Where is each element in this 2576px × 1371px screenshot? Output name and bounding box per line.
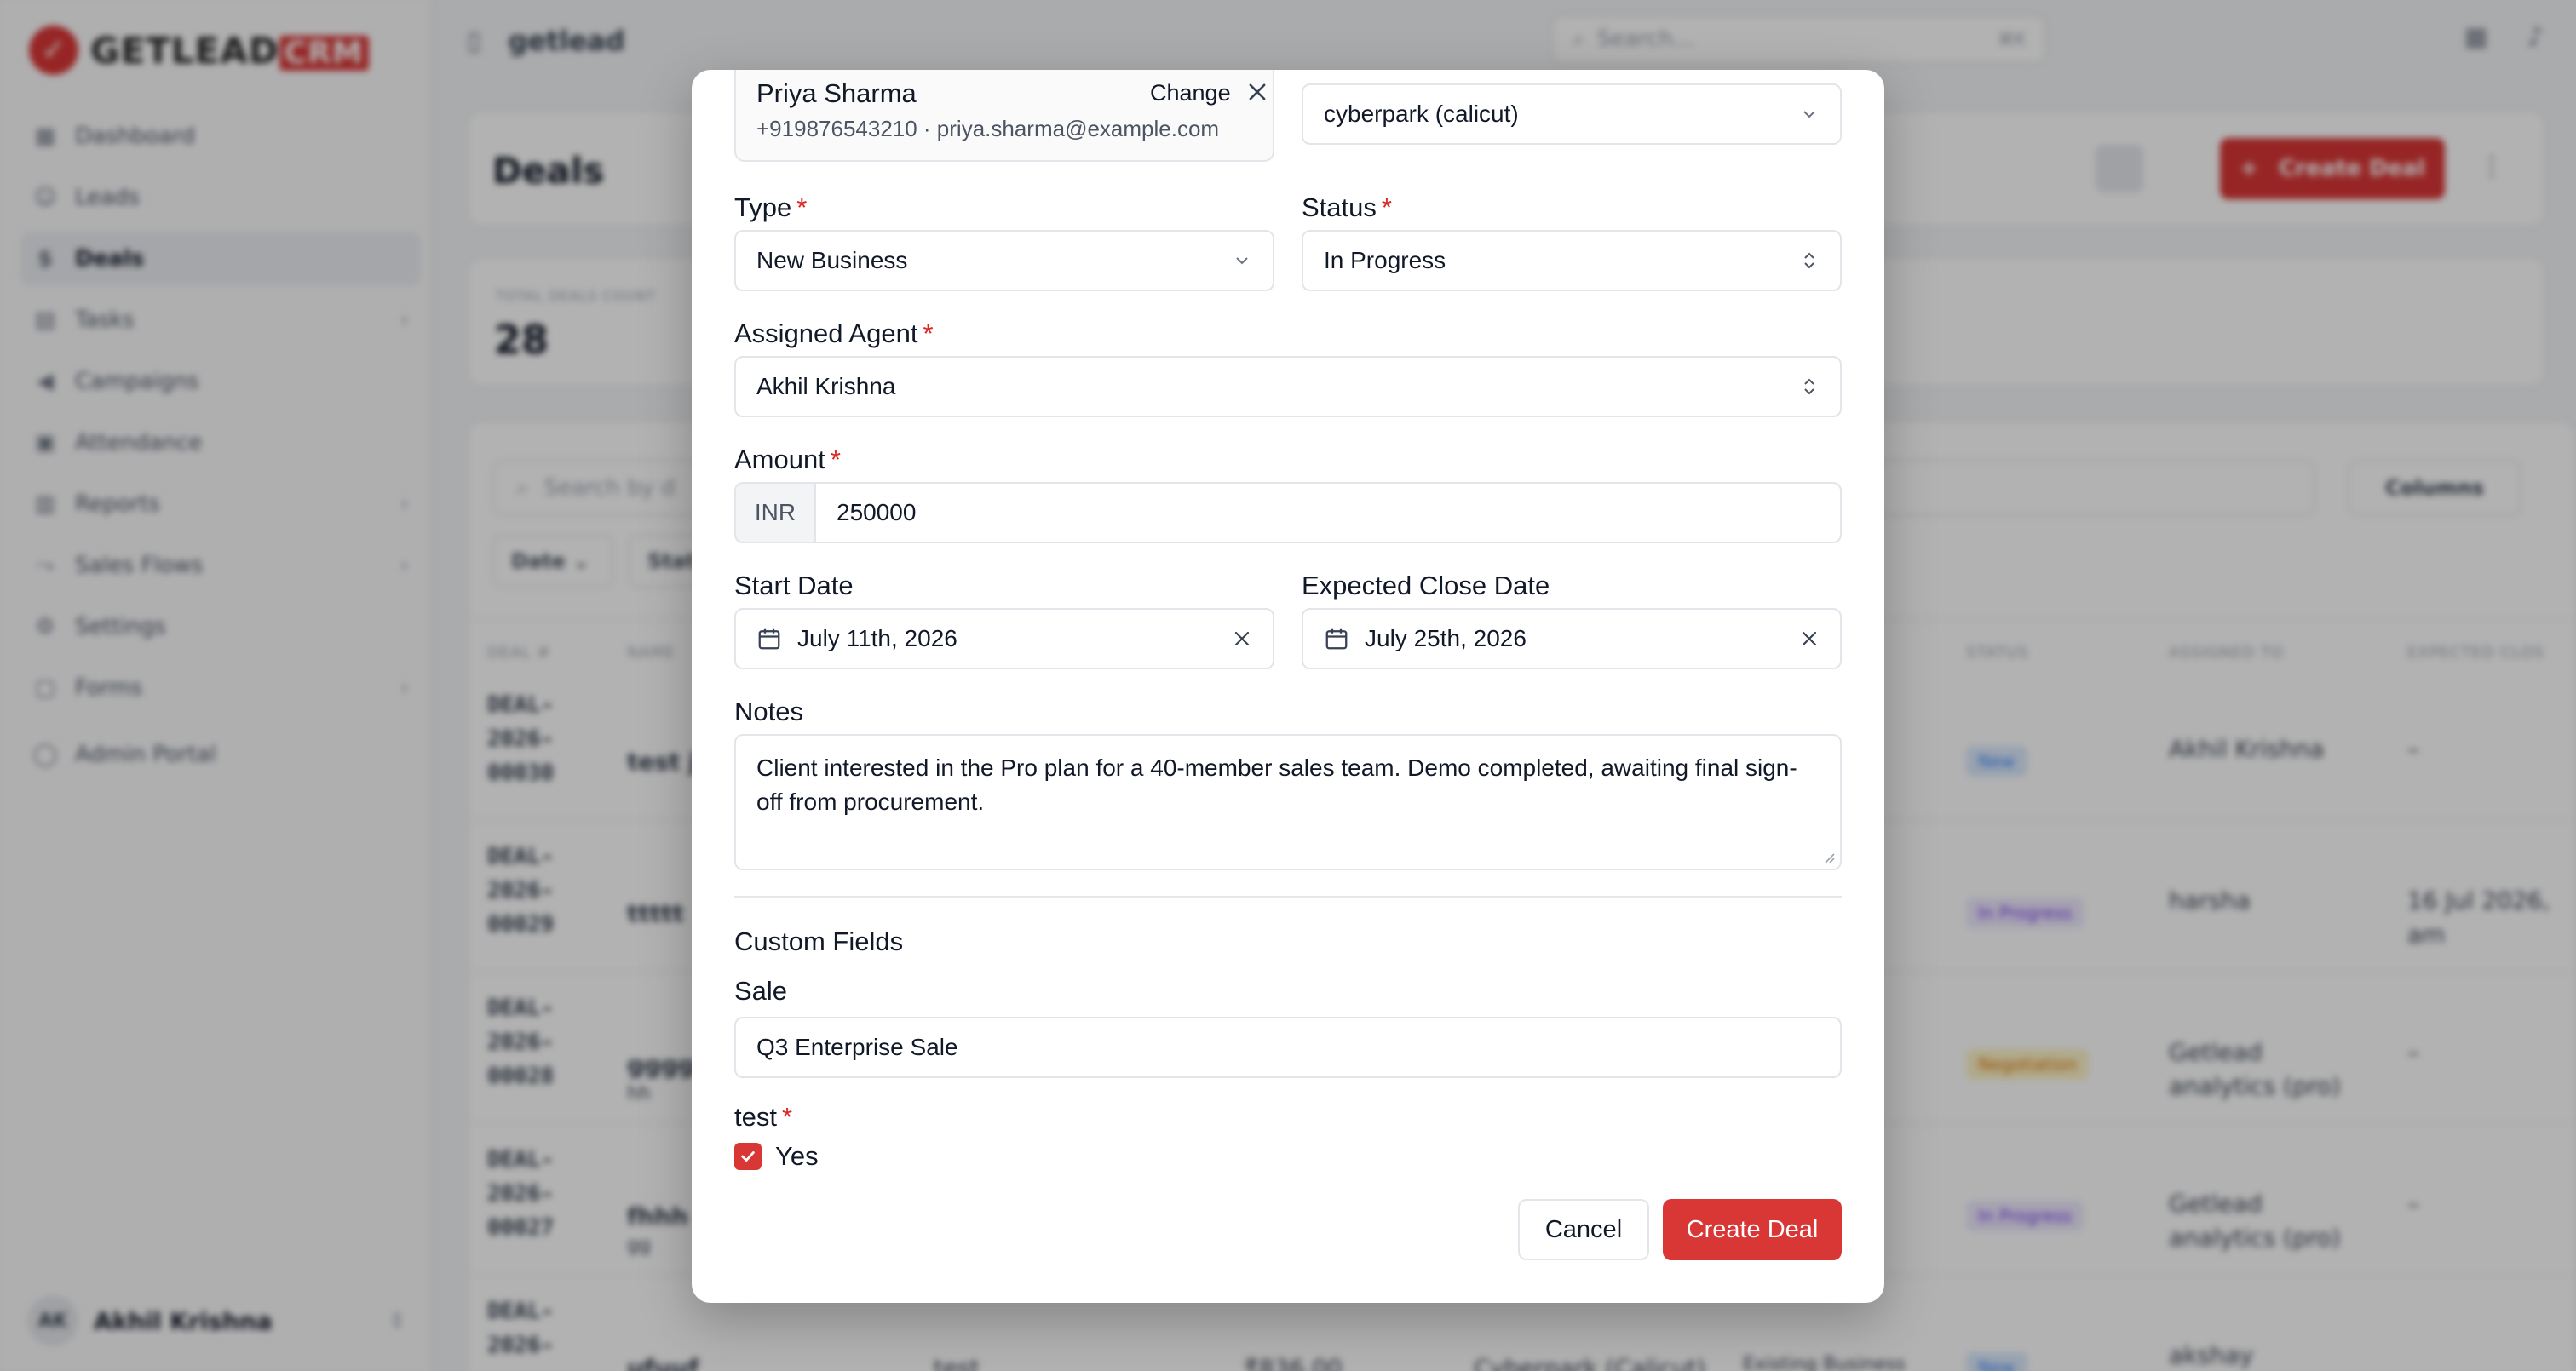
- start-date-picker[interactable]: July 11th, 2026: [734, 608, 1274, 669]
- check-icon: [741, 1151, 755, 1162]
- amount-input[interactable]: 250000: [814, 482, 1842, 543]
- contact-name: Priya Sharma: [756, 78, 917, 108]
- contact-details: +919876543210 · priya.sharma@example.com: [756, 116, 1220, 141]
- start-date-label: Start Date: [734, 571, 854, 600]
- change-contact-button[interactable]: Change: [1150, 80, 1231, 106]
- assigned-agent-select[interactable]: Akhil Krishna: [734, 356, 1842, 417]
- amount-label: Amount *: [734, 445, 841, 474]
- test-label: test *: [734, 1102, 793, 1132]
- branch-select[interactable]: cyberpark (calicut): [1302, 83, 1842, 145]
- calendar-icon: [1325, 628, 1348, 650]
- calendar-icon: [758, 628, 780, 650]
- type-select[interactable]: New Business: [734, 230, 1274, 291]
- create-deal-modal: Priya Sharma +919876543210 · priya.sharm…: [692, 70, 1884, 1303]
- currency-addon: INR: [734, 482, 814, 543]
- sale-input[interactable]: Q3 Enterprise Sale: [734, 1017, 1842, 1078]
- close-date-picker[interactable]: July 25th, 2026: [1302, 608, 1842, 669]
- notes-textarea[interactable]: Client interested in the Pro plan for a …: [734, 734, 1842, 870]
- test-checkbox-label[interactable]: Yes: [775, 1141, 819, 1172]
- chevron-updown-icon: [1804, 252, 1814, 269]
- custom-fields-title: Custom Fields: [734, 926, 904, 956]
- clear-date-icon[interactable]: [1799, 628, 1820, 649]
- assigned-agent-label: Assigned Agent *: [734, 318, 934, 348]
- test-checkbox[interactable]: [734, 1143, 762, 1170]
- close-date-label: Expected Close Date: [1302, 571, 1550, 600]
- close-icon[interactable]: [1245, 80, 1269, 104]
- chevron-down-icon: [1236, 257, 1248, 265]
- status-select[interactable]: In Progress: [1302, 230, 1842, 291]
- cancel-button[interactable]: Cancel: [1518, 1199, 1649, 1260]
- clear-date-icon[interactable]: [1232, 628, 1252, 649]
- resize-handle-icon[interactable]: [1820, 848, 1835, 863]
- chevron-updown-icon: [1804, 378, 1814, 395]
- status-label: Status *: [1302, 192, 1392, 222]
- divider: [734, 896, 1842, 898]
- type-label: Type *: [734, 192, 808, 222]
- create-deal-button[interactable]: Create Deal: [1663, 1199, 1842, 1260]
- selected-contact-card: Priya Sharma +919876543210 · priya.sharm…: [734, 70, 1274, 162]
- chevron-down-icon: [1803, 111, 1815, 118]
- notes-label: Notes: [734, 697, 803, 726]
- sale-label: Sale: [734, 976, 788, 1006]
